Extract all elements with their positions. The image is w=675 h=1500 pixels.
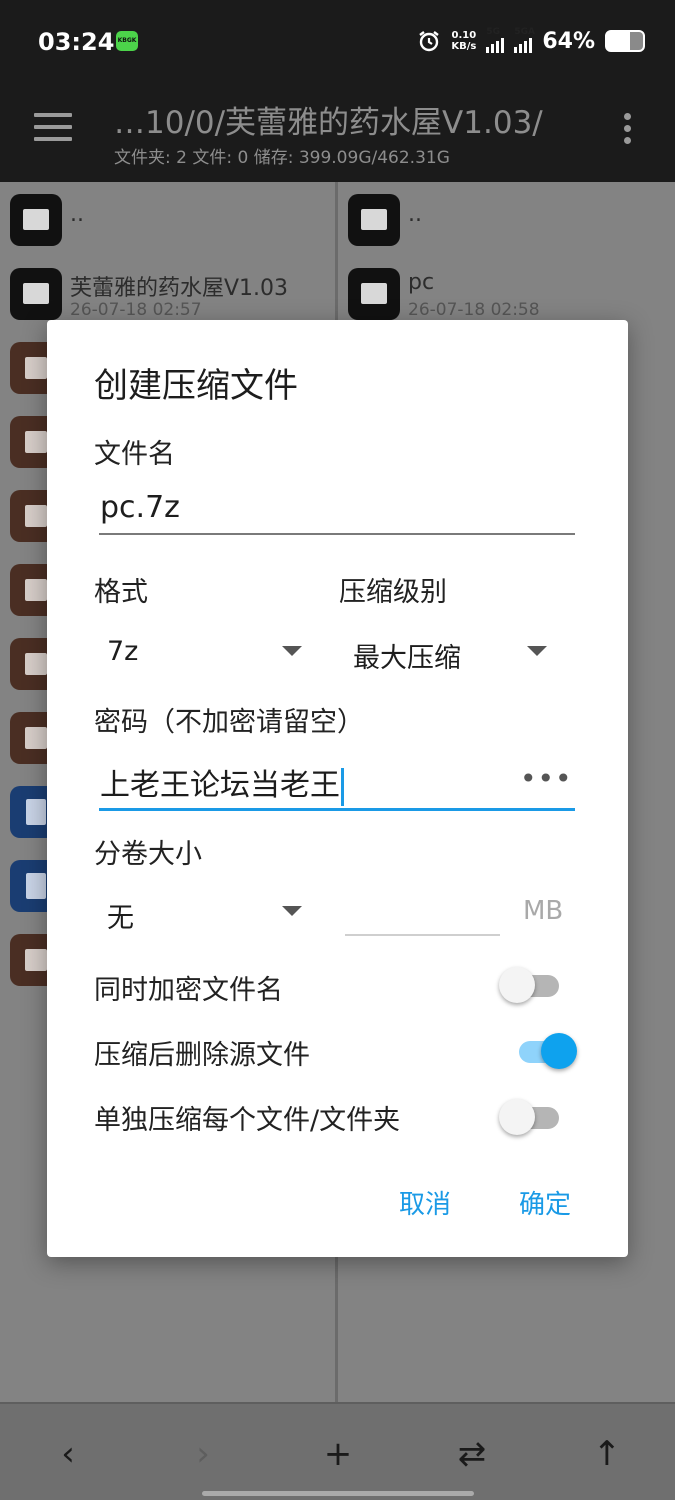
encrypt-names-toggle[interactable] (499, 964, 563, 1004)
menu-icon[interactable] (34, 113, 72, 143)
password-underline (99, 808, 575, 811)
volume-size-field[interactable] (347, 896, 497, 932)
list-item[interactable]: .. (338, 182, 675, 256)
list-item[interactable]: pc 26-07-18 02:58 (338, 256, 675, 330)
password-visibility-icon[interactable]: ••• (520, 762, 573, 795)
separate-archives-label: 单独压缩每个文件/文件夹 (94, 1105, 401, 1136)
volume-size-underline (345, 934, 500, 936)
filename-label: 文件名 (94, 439, 175, 470)
filename-underline (99, 533, 575, 535)
delete-source-toggle[interactable] (513, 1030, 577, 1070)
home-indicator[interactable] (202, 1491, 474, 1496)
battery-icon (605, 30, 645, 52)
bottom-toolbar: ‹ › + ⇄ ↑ (0, 1402, 675, 1500)
volume-unit: MB (523, 896, 564, 926)
chevron-down-icon (282, 646, 302, 656)
signal-sim2-icon: 5GA (514, 27, 535, 53)
path-title: …10/0/芙蕾雅的药水屋V1.03/ (114, 105, 543, 141)
chevron-down-icon (527, 646, 547, 656)
arrow-up-icon[interactable]: ↑ (587, 1434, 627, 1474)
back-icon[interactable]: ‹ (48, 1434, 88, 1474)
separate-archives-toggle[interactable] (499, 1096, 563, 1136)
file-name: .. (408, 202, 422, 227)
net-speed: 0.10 KB/s (451, 30, 477, 52)
folder-icon (348, 268, 400, 320)
path-stats: 文件夹: 2 文件: 0 储存: 399.09G/462.31G (114, 148, 450, 168)
add-icon[interactable]: + (318, 1434, 358, 1474)
forward-icon[interactable]: › (183, 1434, 223, 1474)
password-label: 密码（不加密请留空） (94, 707, 364, 738)
level-value: 最大压缩 (353, 643, 461, 674)
signal-sim1-icon: 5G (486, 27, 505, 53)
alarm-icon (419, 31, 440, 52)
volume-label: 分卷大小 (94, 839, 202, 870)
filename-field[interactable]: pc.7z (100, 490, 180, 525)
app-bar: …10/0/芙蕾雅的药水屋V1.03/ 文件夹: 2 文件: 0 储存: 399… (0, 85, 675, 182)
status-time: 03:24 (38, 28, 115, 56)
file-name: .. (70, 202, 84, 227)
delete-source-label: 压缩后删除源文件 (94, 1040, 310, 1071)
status-bar: 03:24 KBGK 0.10 KB/s 5G 5GA 64% (0, 0, 675, 85)
format-label: 格式 (94, 577, 148, 608)
dialog-title: 创建压缩文件 (94, 366, 298, 406)
list-item[interactable]: 芙蕾雅的药水屋V1.03 26-07-18 02:57 (0, 256, 335, 330)
ok-button[interactable]: 确定 (519, 1184, 571, 1221)
folder-icon (10, 194, 62, 246)
file-date: 26-07-18 02:57 (70, 300, 202, 320)
list-item[interactable]: .. (0, 182, 335, 256)
level-label: 压缩级别 (339, 577, 447, 608)
format-value: 7z (107, 636, 139, 667)
app-notification-icon: KBGK (116, 31, 138, 51)
battery-percent: 64% (542, 28, 595, 54)
chevron-down-icon (282, 906, 302, 916)
encrypt-names-label: 同时加密文件名 (94, 975, 283, 1006)
cancel-button[interactable]: 取消 (399, 1184, 451, 1221)
folder-icon (10, 268, 62, 320)
more-options-icon[interactable] (624, 113, 634, 149)
file-date: 26-07-18 02:58 (408, 300, 540, 320)
password-field[interactable]: 上老王论坛当老王 (100, 760, 344, 806)
folder-icon (348, 194, 400, 246)
file-name: 芙蕾雅的药水屋V1.03 (70, 276, 289, 301)
status-indicators: 0.10 KB/s 5G 5GA 64% (417, 26, 645, 56)
create-archive-dialog: 创建压缩文件 文件名 pc.7z 格式 压缩级别 7z 最大压缩 密码（不加密请… (47, 320, 628, 1257)
swap-icon[interactable]: ⇄ (452, 1434, 492, 1474)
text-caret (341, 767, 344, 806)
file-name: pc (408, 270, 435, 295)
volume-value: 无 (107, 903, 134, 934)
